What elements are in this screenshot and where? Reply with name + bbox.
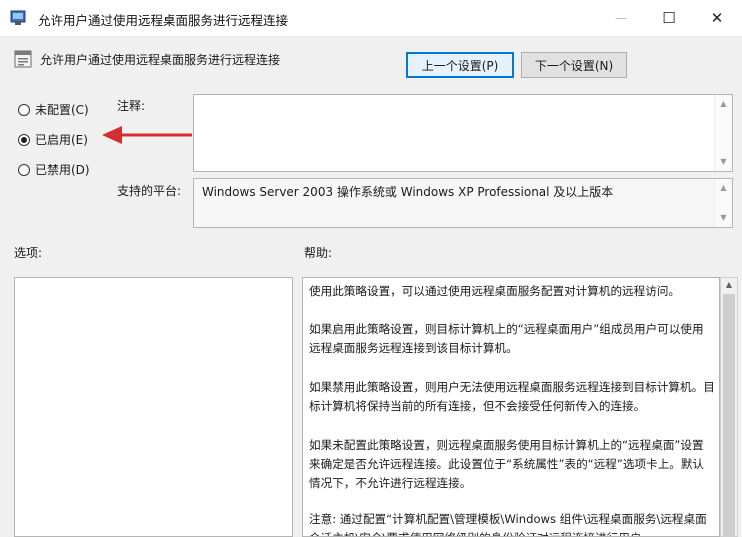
help-paragraph: 使用此策略设置，可以通过使用远程桌面服务配置对计算机的远程访问。 xyxy=(309,284,681,298)
help-paragraph: 如果未配置此策略设置，则远程桌面服务使用目标计算机上的“远程桌面”设置来确定是否… xyxy=(309,438,705,490)
scroll-down-icon[interactable]: ▼ xyxy=(715,211,732,225)
policy-heading: 允许用户通过使用远程桌面服务进行远程连接 xyxy=(40,53,281,67)
help-paragraph: 如果启用此策略设置，则目标计算机上的“远程桌面用户”组成员用户可以使用远程桌面服… xyxy=(309,322,704,355)
previous-setting-button[interactable]: 上一个设置(P) xyxy=(406,52,514,78)
close-button[interactable]: ✕ xyxy=(694,0,740,36)
radio-disabled[interactable]: 已禁用(D) xyxy=(18,161,90,178)
radio-label: 未配置(C) xyxy=(35,103,89,117)
help-scrollbar[interactable]: ▲ xyxy=(720,277,738,537)
close-icon: ✕ xyxy=(710,9,724,27)
radio-indicator[interactable] xyxy=(18,103,30,116)
help-pane: 使用此策略设置，可以通过使用远程桌面服务配置对计算机的远程访问。 如果启用此策略… xyxy=(302,277,720,537)
platform-field: Windows Server 2003 操作系统或 Windows XP Pro… xyxy=(193,178,733,228)
radio-not-configured[interactable]: 未配置(C) xyxy=(18,101,89,118)
platform-value: Windows Server 2003 操作系统或 Windows XP Pro… xyxy=(202,185,614,199)
radio-indicator[interactable] xyxy=(18,163,30,176)
scroll-up-icon[interactable]: ▲ xyxy=(715,97,732,111)
help-section-label: 帮助: xyxy=(304,246,333,260)
scroll-up-icon[interactable]: ▲ xyxy=(715,181,732,195)
comment-textarea[interactable]: ▲ ▼ xyxy=(193,94,733,172)
minimize-icon: — xyxy=(615,11,627,25)
maximize-button[interactable]: ☐ xyxy=(646,0,692,36)
window-title: 允许用户通过使用远程桌面服务进行远程连接 xyxy=(38,13,289,28)
policy-setting-icon xyxy=(14,50,32,68)
help-scroll-thumb[interactable] xyxy=(723,294,735,536)
radio-label: 已禁用(D) xyxy=(35,163,90,177)
radio-enabled[interactable]: 已启用(E) xyxy=(18,131,88,148)
options-section-label: 选项: xyxy=(14,246,43,260)
scroll-down-icon[interactable]: ▼ xyxy=(715,155,732,169)
title-bar: 允许用户通过使用远程桌面服务进行远程连接 — ☐ ✕ xyxy=(0,0,742,37)
minimize-button[interactable]: — xyxy=(598,0,644,36)
platform-scrollbar[interactable]: ▲ ▼ xyxy=(714,179,732,227)
scroll-up-icon[interactable]: ▲ xyxy=(721,278,737,292)
comment-scrollbar[interactable]: ▲ ▼ xyxy=(714,95,732,171)
annotation-arrow-icon xyxy=(102,126,192,144)
platform-label: 支持的平台: xyxy=(117,184,182,198)
maximize-icon: ☐ xyxy=(662,9,676,27)
options-pane xyxy=(14,277,293,537)
policy-app-icon xyxy=(10,10,26,25)
help-paragraph: 注意: 通过配置“计算机配置\管理模板\Windows 组件\远程桌面服务\远程… xyxy=(309,512,707,536)
radio-indicator-selected[interactable] xyxy=(18,133,30,146)
help-paragraph: 如果禁用此策略设置，则用户无法使用远程桌面服务远程连接到目标计算机。目标计算机将… xyxy=(309,380,715,413)
radio-label: 已启用(E) xyxy=(35,133,88,147)
next-setting-button[interactable]: 下一个设置(N) xyxy=(521,52,627,78)
comment-label: 注释: xyxy=(117,99,146,113)
